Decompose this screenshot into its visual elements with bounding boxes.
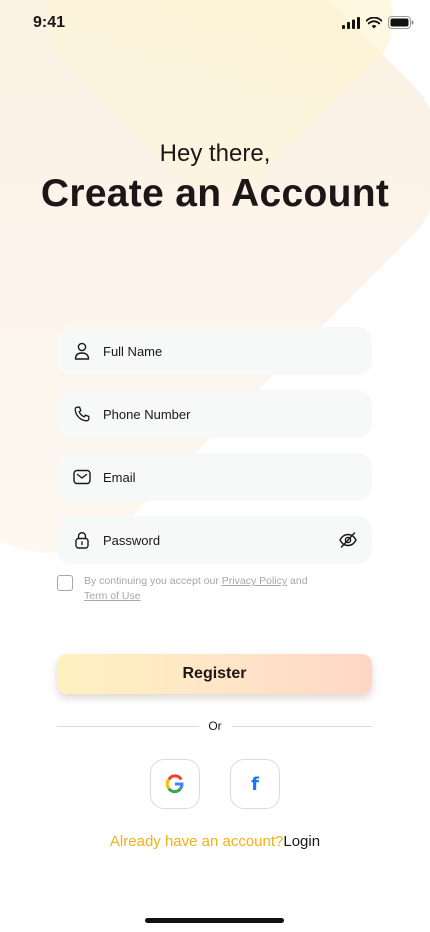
page-title: Create an Account	[40, 172, 390, 215]
register-button[interactable]: Register	[57, 654, 372, 694]
full-name-input[interactable]	[101, 342, 325, 360]
full-name-field[interactable]	[57, 327, 372, 375]
eye-off-icon[interactable]	[338, 530, 358, 550]
user-icon	[73, 342, 91, 360]
google-icon	[165, 774, 184, 794]
login-prompt-row: Already have an account?Login	[0, 833, 430, 850]
login-link[interactable]: Login	[283, 833, 320, 850]
lock-icon	[73, 531, 91, 549]
terms-agreement: By continuing you accept our Privacy Pol…	[57, 574, 372, 604]
login-prompt-text: Already have an account?	[109, 833, 284, 850]
facebook-login-button[interactable]: f	[230, 759, 280, 809]
email-input[interactable]	[101, 468, 325, 486]
home-indicator	[145, 918, 284, 923]
google-login-button[interactable]	[150, 759, 200, 809]
status-icons	[342, 16, 414, 29]
status-time: 9:41	[33, 14, 66, 31]
mail-icon	[73, 468, 91, 486]
battery-icon	[388, 16, 414, 29]
email-field[interactable]	[57, 453, 372, 501]
facebook-icon: f	[251, 773, 259, 795]
status-bar: 9:41	[0, 0, 430, 46]
divider-label: Or	[208, 719, 222, 733]
greeting-text: Hey there,	[159, 140, 271, 167]
wifi-icon	[366, 16, 382, 28]
signal-icon	[342, 16, 360, 29]
phone-icon	[73, 405, 91, 423]
privacy-policy-link[interactable]: Privacy Policy	[222, 575, 287, 587]
password-input[interactable]	[101, 531, 325, 549]
password-field[interactable]	[57, 516, 372, 564]
terms-middle: and	[287, 575, 308, 587]
phone-field[interactable]	[57, 390, 372, 438]
terms-checkbox[interactable]	[57, 575, 73, 591]
terms-of-use-link[interactable]: Term of Use	[84, 590, 141, 602]
terms-text: By continuing you accept our Privacy Pol…	[84, 574, 308, 604]
phone-input[interactable]	[101, 405, 325, 423]
terms-prefix: By continuing you accept our	[84, 575, 222, 587]
